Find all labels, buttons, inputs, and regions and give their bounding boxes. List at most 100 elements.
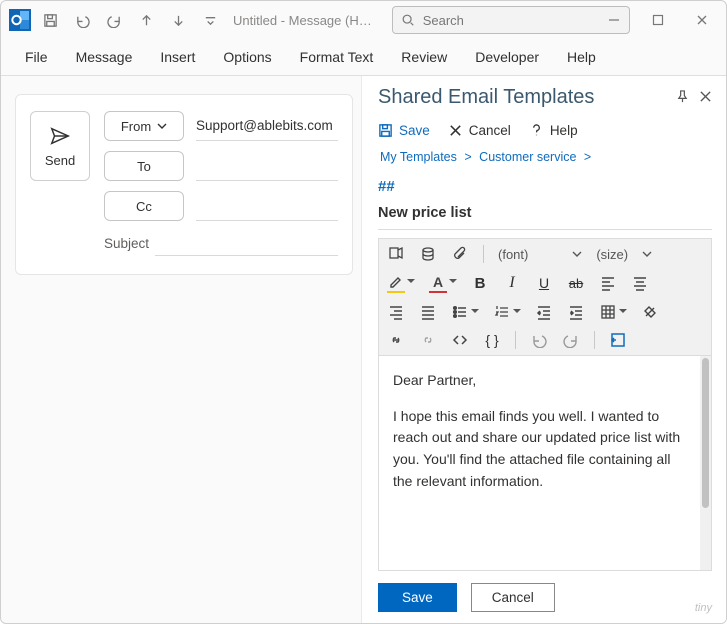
expand-editor-icon[interactable] xyxy=(609,331,627,349)
align-justify-icon[interactable] xyxy=(419,303,437,321)
table-icon[interactable] xyxy=(599,303,617,321)
editor-redo-icon[interactable] xyxy=(562,331,580,349)
redo-icon[interactable] xyxy=(105,11,123,29)
save-icon[interactable] xyxy=(41,11,59,29)
to-label: To xyxy=(137,159,151,174)
crumb-folder[interactable]: Customer service xyxy=(479,150,576,164)
title-bar: Untitled - Message (H… Search xyxy=(1,1,726,39)
clear-format-icon[interactable] xyxy=(641,303,659,321)
cancel-action[interactable]: Cancel xyxy=(448,123,511,138)
attachment-icon[interactable] xyxy=(451,245,469,263)
send-button[interactable]: Send xyxy=(30,111,90,181)
subject-field[interactable] xyxy=(155,231,338,256)
numbered-list-icon[interactable] xyxy=(493,303,511,321)
font-select[interactable]: (font) xyxy=(498,247,528,262)
dataset-icon[interactable] xyxy=(419,245,437,263)
main-area: Send From Support@ablebits.com To xyxy=(1,76,726,624)
scrollbar-thumb[interactable] xyxy=(702,358,709,508)
panel-footer-buttons: Save Cancel xyxy=(378,583,712,612)
qat-dropdown-icon[interactable] xyxy=(201,11,219,29)
ribbon-tabs: File Message Insert Options Format Text … xyxy=(1,39,726,76)
maximize-button[interactable] xyxy=(640,7,676,33)
chevron-down-icon[interactable] xyxy=(642,249,652,259)
indent-decrease-icon[interactable] xyxy=(535,303,553,321)
search-icon xyxy=(401,13,415,27)
body-paragraph: I hope this email finds you well. I want… xyxy=(393,406,697,493)
tiny-watermark: tiny xyxy=(695,602,712,614)
templates-panel: Shared Email Templates Save Cancel He xyxy=(361,76,726,624)
save-action[interactable]: Save xyxy=(378,123,430,138)
highlight-color-icon[interactable] xyxy=(387,273,405,293)
cancel-button[interactable]: Cancel xyxy=(471,583,555,612)
template-hash[interactable]: ## xyxy=(378,178,712,195)
scrollbar-track[interactable] xyxy=(700,356,711,570)
bullet-list-icon[interactable] xyxy=(451,303,469,321)
indent-increase-icon[interactable] xyxy=(567,303,585,321)
window-title: Untitled - Message (H… xyxy=(233,13,372,28)
minimize-button[interactable] xyxy=(596,7,632,33)
underline-icon[interactable]: U xyxy=(535,274,553,292)
tab-format-text[interactable]: Format Text xyxy=(288,43,386,71)
unlink-icon[interactable] xyxy=(419,331,437,349)
tab-help[interactable]: Help xyxy=(555,43,608,71)
quick-access-toolbar xyxy=(41,11,219,29)
editor-undo-icon[interactable] xyxy=(530,331,548,349)
insert-macro-icon[interactable] xyxy=(387,245,405,263)
template-body-editor[interactable]: Dear Partner, I hope this email finds yo… xyxy=(378,355,712,571)
body-greeting: Dear Partner, xyxy=(393,370,697,392)
save-icon xyxy=(378,123,393,138)
cc-field[interactable] xyxy=(196,192,338,221)
tab-insert[interactable]: Insert xyxy=(148,43,207,71)
template-subject-input[interactable]: New price list xyxy=(378,203,712,230)
tab-developer[interactable]: Developer xyxy=(463,43,551,71)
help-action[interactable]: Help xyxy=(529,123,578,138)
save-action-label: Save xyxy=(399,123,430,138)
size-select[interactable]: (size) xyxy=(596,247,628,262)
chevron-down-icon xyxy=(157,121,167,131)
tab-message[interactable]: Message xyxy=(64,43,145,71)
chevron-down-icon[interactable] xyxy=(572,249,582,259)
compose-pane: Send From Support@ablebits.com To xyxy=(1,76,361,624)
from-button[interactable]: From xyxy=(104,111,184,141)
strikethrough-icon[interactable]: ab xyxy=(567,274,585,292)
save-button[interactable]: Save xyxy=(378,583,457,612)
cc-button[interactable]: Cc xyxy=(104,191,184,221)
align-right-icon[interactable] xyxy=(387,303,405,321)
up-arrow-icon[interactable] xyxy=(137,11,155,29)
italic-icon[interactable]: I xyxy=(503,274,521,292)
close-panel-icon[interactable] xyxy=(699,90,712,106)
close-button[interactable] xyxy=(684,7,720,33)
editor-toolbar: (font) (size) A B I U ab xyxy=(378,238,712,355)
align-left-icon[interactable] xyxy=(599,274,617,292)
from-label: From xyxy=(121,119,151,134)
font-color-icon[interactable]: A xyxy=(429,273,447,293)
link-icon[interactable] xyxy=(387,331,405,349)
search-input[interactable]: Search xyxy=(392,6,630,34)
undo-icon[interactable] xyxy=(73,11,91,29)
source-code-icon[interactable] xyxy=(451,331,469,349)
help-action-label: Help xyxy=(550,123,578,138)
breadcrumb: My Templates > Customer service > xyxy=(378,150,712,164)
crumb-root[interactable]: My Templates xyxy=(380,150,457,164)
from-field[interactable]: Support@ablebits.com xyxy=(196,112,338,141)
panel-actions: Save Cancel Help xyxy=(378,123,712,138)
cc-label: Cc xyxy=(136,199,152,214)
outlook-app-icon xyxy=(9,9,31,31)
placeholder-icon[interactable]: { } xyxy=(483,331,501,349)
send-icon xyxy=(49,125,71,147)
compose-card: Send From Support@ablebits.com To xyxy=(15,94,353,275)
to-button[interactable]: To xyxy=(104,151,184,181)
cancel-action-label: Cancel xyxy=(469,123,511,138)
to-field[interactable] xyxy=(196,152,338,181)
align-center-icon[interactable] xyxy=(631,274,649,292)
search-placeholder: Search xyxy=(423,13,464,28)
panel-title: Shared Email Templates xyxy=(378,86,594,109)
tab-options[interactable]: Options xyxy=(211,43,283,71)
tab-review[interactable]: Review xyxy=(389,43,459,71)
app-window: Untitled - Message (H… Search File Messa… xyxy=(0,0,727,624)
help-icon xyxy=(529,123,544,138)
tab-file[interactable]: File xyxy=(13,43,60,71)
down-arrow-icon[interactable] xyxy=(169,11,187,29)
bold-icon[interactable]: B xyxy=(471,274,489,292)
pin-icon[interactable] xyxy=(676,90,689,106)
